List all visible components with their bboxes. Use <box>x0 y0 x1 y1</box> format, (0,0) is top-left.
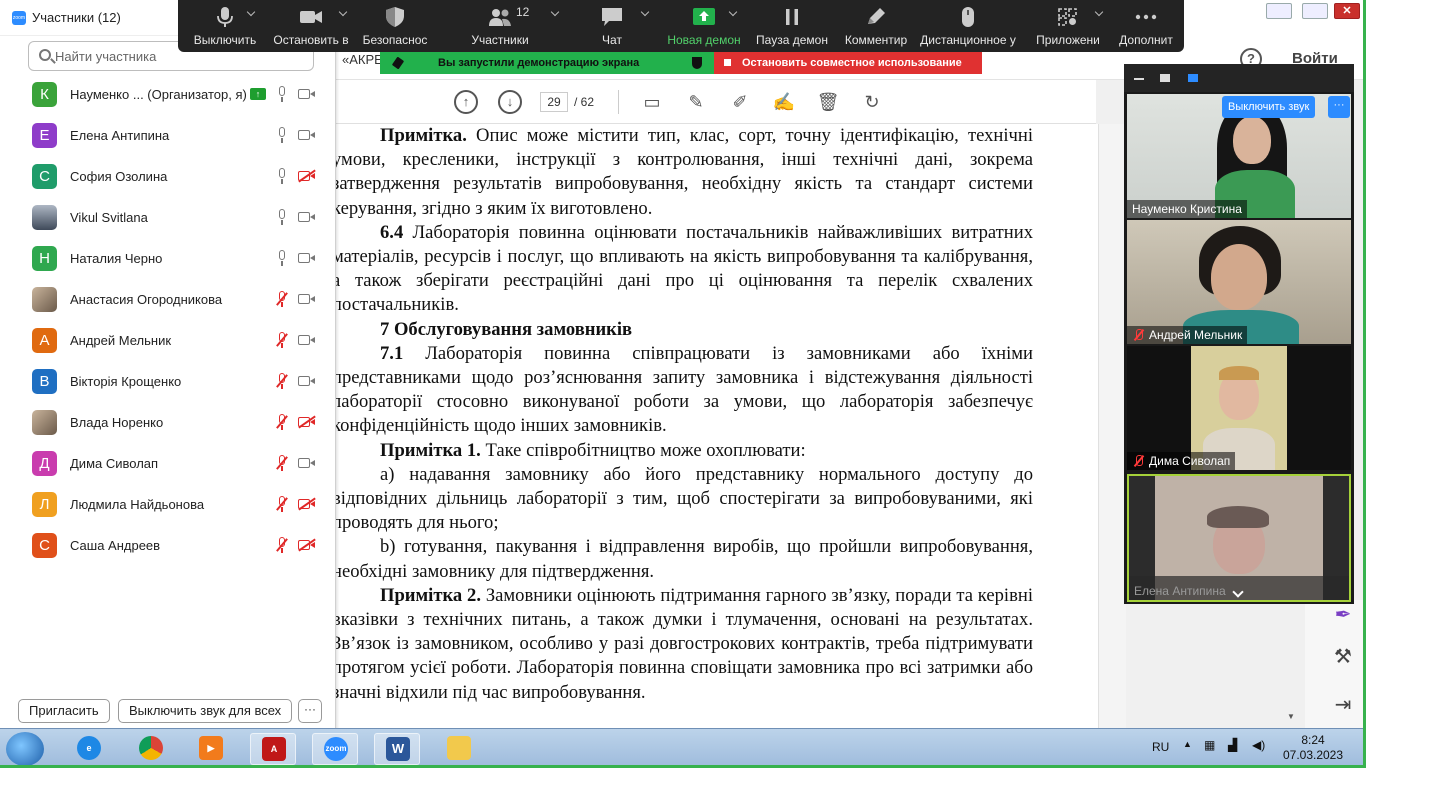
share-border <box>0 0 1366 768</box>
screen: «АКРЕ ? Войти ↑ ↓ 29 / 62 ▭ ✎ ✐ ✍ 🗑 ↻ Пр… <box>0 0 1432 808</box>
